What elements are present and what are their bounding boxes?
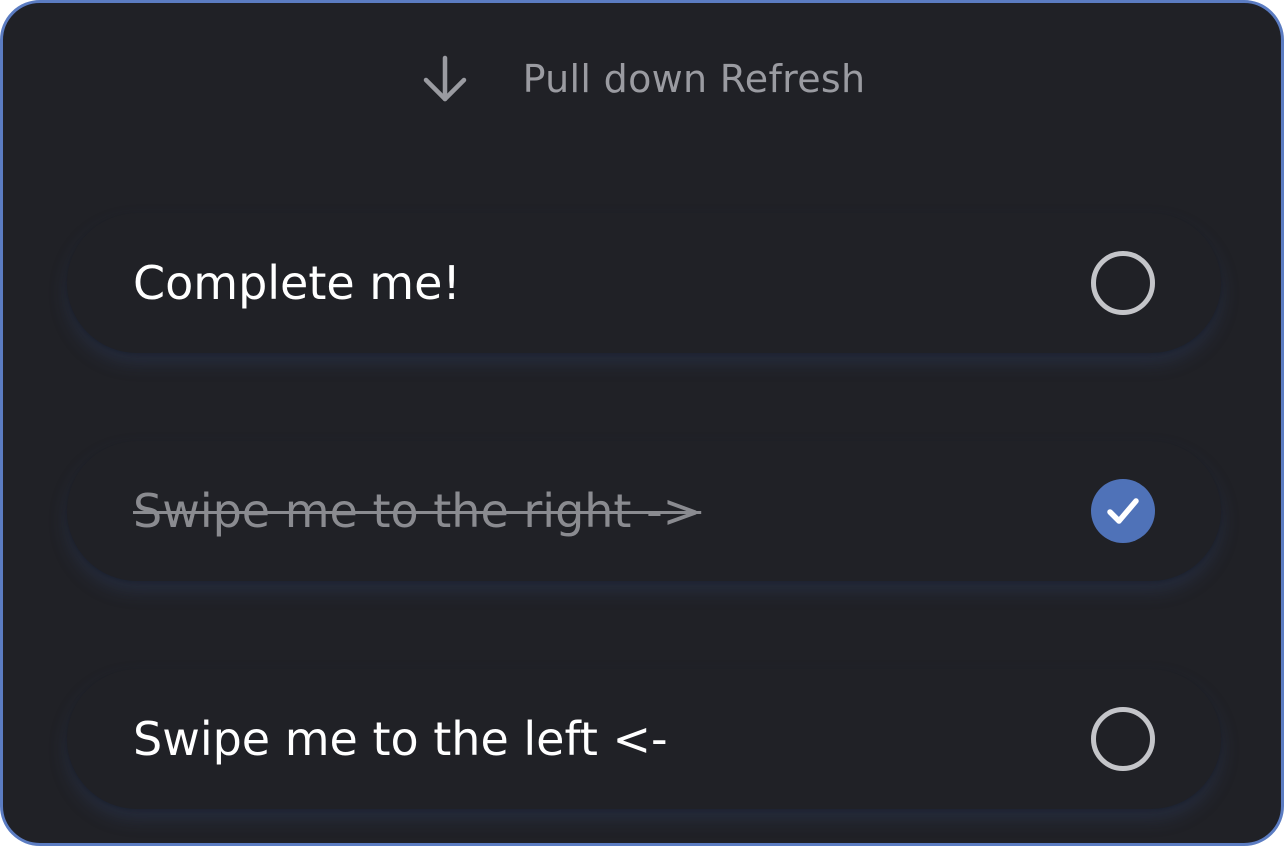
circle-outline-icon[interactable] <box>1091 251 1155 315</box>
arrow-down-icon <box>419 53 471 105</box>
todo-item-label: Swipe me to the right -> <box>133 484 702 538</box>
refresh-label: Pull down Refresh <box>522 57 866 101</box>
pull-to-refresh-indicator: Pull down Refresh <box>3 51 1281 107</box>
circle-outline-icon[interactable] <box>1091 707 1155 771</box>
todo-item-label: Complete me! <box>133 256 461 310</box>
todo-item-completed[interactable]: Swipe me to the right -> <box>67 441 1221 581</box>
todo-item[interactable]: Complete me! <box>67 213 1221 353</box>
todo-item[interactable]: Swipe me to the left <- <box>67 669 1221 809</box>
checkmark-circle-icon[interactable] <box>1091 479 1155 543</box>
todo-item-label: Swipe me to the left <- <box>133 712 668 766</box>
app-screen: Pull down Refresh Complete me! Swipe me … <box>0 0 1284 846</box>
